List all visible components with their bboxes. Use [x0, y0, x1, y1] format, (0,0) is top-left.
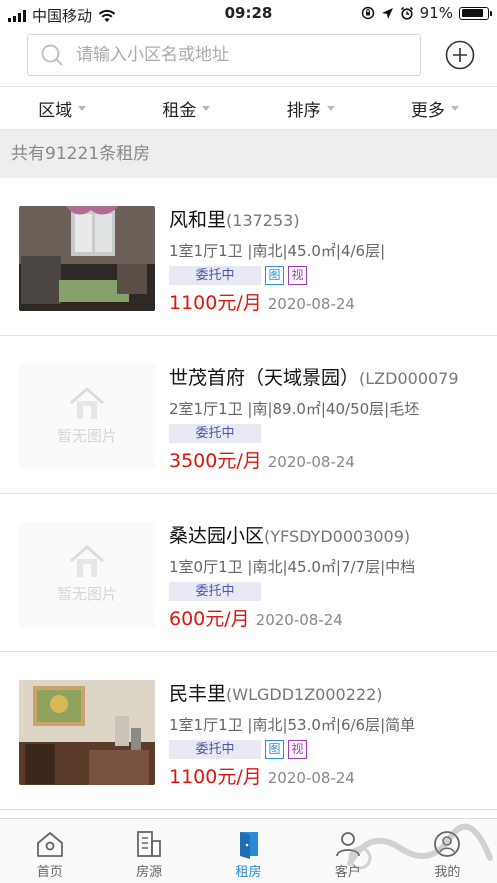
- listing-photo: [19, 206, 155, 311]
- listing-code: (137253): [226, 211, 300, 230]
- listing-photo-placeholder: 暂无图片: [19, 522, 155, 627]
- result-count: 共有91221条租房: [0, 130, 497, 178]
- tab-listings[interactable]: 房源: [99, 819, 198, 883]
- caret-down-icon: [450, 105, 459, 111]
- listing-title: 风和里(137253): [169, 205, 300, 232]
- building-icon: [137, 831, 162, 857]
- community-name: 桑达园小区: [169, 525, 265, 547]
- alarm-icon: [400, 6, 413, 20]
- community-name: 风和里: [169, 209, 227, 231]
- battery-percent: 91%: [419, 4, 453, 22]
- caret-down-icon: [78, 105, 87, 111]
- listing-photo-placeholder: 暂无图片: [19, 364, 155, 469]
- search-row: [0, 28, 497, 86]
- no-image-label: 暂无图片: [56, 585, 117, 603]
- filter-area[interactable]: 区域: [0, 87, 124, 129]
- status-badge: 委托中: [169, 740, 261, 759]
- house-placeholder-icon: [70, 545, 104, 577]
- listing-price: 1100元/月: [169, 766, 262, 788]
- house-placeholder-icon: [70, 387, 104, 419]
- listing-info: 2室1厅1卫 |南|89.0㎡|40/50层|毛坯: [169, 400, 420, 418]
- profile-icon: [434, 831, 461, 857]
- filter-sort-label: 排序: [286, 100, 321, 121]
- photo-badge: 图: [265, 266, 284, 285]
- door-icon: [239, 832, 258, 859]
- tab-profile-label: 我的: [434, 865, 461, 880]
- listing-date: 2020-08-24: [255, 611, 343, 629]
- filter-rent-label: 租金: [162, 100, 197, 121]
- tab-home[interactable]: 首页: [0, 819, 99, 883]
- tab-rent-label: 租房: [235, 865, 262, 880]
- listing-date: 2020-08-24: [267, 453, 355, 471]
- video-badge: 视: [288, 740, 307, 759]
- listing-tags: 委托中 图 视: [169, 740, 307, 759]
- listing-info: 1室1厅1卫 |南北|53.0㎡|6/6层|简单: [169, 716, 416, 734]
- caret-down-icon: [326, 105, 335, 111]
- listing-price-row: 3500元/月 2020-08-24: [169, 446, 355, 473]
- status-right: 91%: [361, 4, 492, 22]
- tab-profile[interactable]: 我的: [398, 819, 497, 883]
- listing-code: (WLGDD1Z000222): [226, 685, 383, 704]
- listing-title: 世茂首府（天域景园）(LZD000079: [169, 363, 459, 390]
- listing-info: 1室0厅1卫 |南北|45.0㎡|7/7层|中档: [169, 558, 416, 576]
- battery-icon: [459, 6, 492, 20]
- listing-tags: 委托中 图 视: [169, 266, 307, 285]
- search-icon: [41, 44, 63, 66]
- caret-down-icon: [202, 105, 211, 111]
- tab-listings-label: 房源: [136, 865, 163, 880]
- listing-item[interactable]: 暂无图片 桑达园小区(YFSDYD0003009) 1室0厅1卫 |南北|45.…: [0, 494, 497, 652]
- tab-customers[interactable]: 客户: [298, 819, 397, 883]
- filter-area-label: 区域: [38, 100, 73, 121]
- community-name: 民丰里: [169, 683, 227, 705]
- listing-title: 桑达园小区(YFSDYD0003009): [169, 521, 410, 548]
- status-badge: 委托中: [169, 424, 261, 443]
- listing-code: (YFSDYD0003009): [264, 527, 411, 546]
- tab-customers-label: 客户: [334, 865, 361, 880]
- listing-title: 民丰里(WLGDD1Z000222): [169, 679, 383, 706]
- status-bar: 中国移动 09:28 91%: [0, 0, 497, 28]
- listing-price: 600元/月: [169, 608, 250, 630]
- status-badge: 委托中: [169, 582, 261, 601]
- room-photo: [19, 680, 155, 785]
- listing-photo: [19, 680, 155, 785]
- listing-price-row: 600元/月 2020-08-24: [169, 604, 343, 631]
- listing-date: 2020-08-24: [267, 295, 355, 313]
- user-icon: [336, 832, 360, 857]
- search-input[interactable]: [74, 44, 398, 66]
- orientation-lock-icon: [361, 6, 374, 20]
- listing-price-row: 1100元/月 2020-08-24: [169, 762, 355, 789]
- search-box[interactable]: [27, 34, 421, 76]
- listing-date: 2020-08-24: [267, 769, 355, 787]
- filter-sort[interactable]: 排序: [249, 87, 373, 129]
- listing-price: 1100元/月: [169, 292, 262, 314]
- listing-price-row: 1100元/月 2020-08-24: [169, 288, 355, 315]
- listing-info: 1室1厅1卫 |南北|45.0㎡|4/6层|: [169, 242, 386, 260]
- status-badge: 委托中: [169, 266, 261, 285]
- listing-item[interactable]: 民丰里(WLGDD1Z000222) 1室1厅1卫 |南北|53.0㎡|6/6层…: [0, 652, 497, 810]
- listing-list: 风和里(137253) 1室1厅1卫 |南北|45.0㎡|4/6层| 委托中 图…: [0, 178, 497, 810]
- listing-code: (LZD000079: [359, 369, 459, 388]
- filter-more-label: 更多: [410, 100, 445, 121]
- tab-rent[interactable]: 租房: [199, 819, 298, 883]
- tab-home-label: 首页: [36, 865, 63, 880]
- community-name: 世茂首府（天域景园）: [169, 367, 360, 389]
- no-image-label: 暂无图片: [56, 427, 117, 445]
- room-photo: [19, 206, 155, 311]
- listing-price: 3500元/月: [169, 450, 262, 472]
- battery-fill: [461, 9, 484, 17]
- home-icon: [36, 832, 63, 857]
- listing-tags: 委托中: [169, 582, 261, 601]
- filter-bar: 区域 租金 排序 更多: [0, 86, 497, 130]
- location-icon: [381, 7, 393, 19]
- listing-item[interactable]: 风和里(137253) 1室1厅1卫 |南北|45.0㎡|4/6层| 委托中 图…: [0, 178, 497, 336]
- video-badge: 视: [288, 266, 307, 285]
- bottom-tab-bar: 首页 房源 租房 客户 我的: [0, 818, 497, 883]
- listing-tags: 委托中: [169, 424, 261, 443]
- add-circle-icon[interactable]: [445, 40, 475, 70]
- listing-item[interactable]: 暂无图片 世茂首府（天域景园）(LZD000079 2室1厅1卫 |南|89.0…: [0, 336, 497, 494]
- photo-badge: 图: [265, 740, 284, 759]
- filter-more[interactable]: 更多: [373, 87, 497, 129]
- filter-rent[interactable]: 租金: [124, 87, 248, 129]
